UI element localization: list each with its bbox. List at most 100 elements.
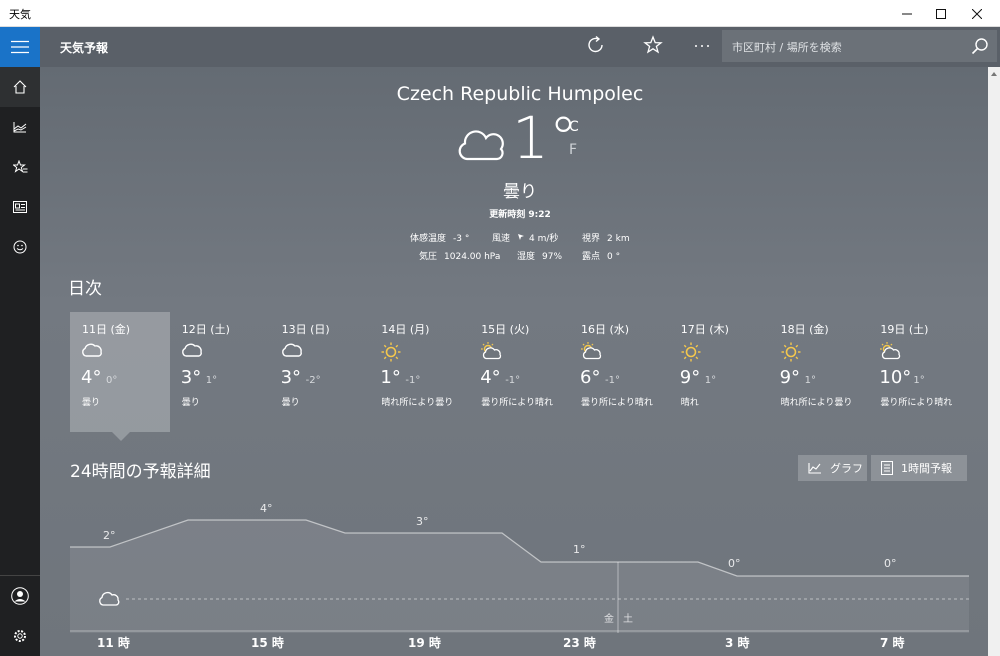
graph-view-button[interactable]: グラフ (798, 455, 867, 481)
app-header: 天気予報 市区町村 / 場所を検索 (40, 27, 1000, 67)
day-low-temp: -1° (505, 375, 521, 386)
detail-label: 視界 (582, 234, 601, 244)
more-icon (695, 45, 709, 47)
sun-icon (680, 342, 702, 366)
nav-favorites[interactable] (0, 147, 40, 187)
daily-forecast-day[interactable]: 15日 (火) 4° -1° 曇り所により晴れ (469, 312, 569, 432)
hamburger-menu-button[interactable] (0, 27, 40, 67)
day-low-temp: 1° (704, 375, 717, 386)
window-title: 天気 (9, 8, 31, 21)
day-high-temp: 3° (280, 367, 302, 388)
minimize-icon (902, 13, 912, 14)
detail-value: 4 m/秒 (529, 234, 559, 244)
time-label: 19 時 (408, 635, 441, 650)
day-low-temp: -1° (605, 375, 620, 386)
line-chart-icon (808, 463, 821, 474)
window-titlebar: 天気 (0, 0, 1000, 27)
maximize-icon (936, 8, 946, 19)
sidebar (0, 27, 40, 656)
hourly-view-button[interactable]: 1時間予報 (871, 455, 967, 481)
daily-forecast-day[interactable]: 17日 (木) 9° 1° 晴れ (669, 312, 769, 432)
star-list-icon (12, 160, 27, 173)
time-label: 23 時 (563, 635, 596, 650)
nav-feedback[interactable] (0, 227, 40, 267)
daily-forecast-day[interactable]: 18日 (金) 9° 1° 晴れ所により曇り (769, 312, 869, 432)
day-condition: 晴れ所により曇り (780, 398, 853, 408)
favorite-button[interactable] (643, 35, 663, 60)
nav-historical[interactable] (0, 107, 40, 147)
app-title: 天気予報 (60, 41, 109, 55)
more-button[interactable] (694, 35, 710, 60)
daily-section-title: 日次 (68, 279, 102, 299)
daily-forecast-day[interactable]: 12日 (土) 3° 1° 曇り (170, 312, 270, 432)
day-high-temp: 6° (580, 367, 601, 388)
detail-value: 0 ° (607, 252, 621, 262)
day-change-next: 土 (623, 612, 633, 625)
nav-forecast[interactable] (0, 67, 40, 107)
close-icon (972, 8, 982, 19)
day-date: 12日 (土) (181, 323, 230, 336)
nav-news[interactable] (0, 187, 40, 227)
temp-label: 1° (573, 543, 586, 556)
detail-value: 97% (542, 252, 563, 262)
temp-label: 0° (884, 557, 897, 570)
unit-fahrenheit-toggle[interactable]: F (569, 142, 577, 158)
day-date: 14日 (月) (381, 323, 430, 336)
detail-feels-like: 体感温度 -3 ° (410, 231, 469, 244)
day-change-prev: 金 (604, 612, 614, 625)
cloud-icon (81, 342, 103, 362)
news-icon (13, 201, 27, 213)
day-low-temp: -1° (405, 375, 421, 386)
hourly-view-label: 1時間予報 (901, 462, 952, 475)
current-temperature: 1° (512, 104, 578, 172)
day-condition: 晴れ所により曇り (381, 398, 454, 408)
day-high-temp: 9° (679, 367, 701, 388)
detail-label: 体感温度 (410, 234, 447, 244)
partly-cloudy-icon (879, 342, 901, 364)
day-high-temp: 4° (480, 367, 501, 388)
main-content: Czech Republic Humpolec 1° C F 曇り 更新時刻 9… (40, 67, 988, 656)
day-high-temp: 3° (180, 367, 202, 388)
daily-forecast-day[interactable]: 14日 (月) 1° -1° 晴れ所により曇り (369, 312, 469, 432)
day-low-temp: 1° (804, 375, 816, 386)
detail-value: 1024.00 hPa (444, 252, 501, 262)
day-date: 16日 (水) (581, 323, 630, 336)
current-condition: 曇り (503, 182, 537, 202)
daily-forecast-day[interactable]: 11日 (金) 4° 0° 曇り (70, 312, 170, 432)
updated-time: 更新時刻 9:22 (489, 210, 551, 220)
day-condition: 曇り所により晴れ (880, 398, 953, 408)
smiley-icon (13, 240, 27, 254)
day-high-temp: 9° (779, 367, 801, 388)
cloud-icon (281, 342, 303, 362)
daily-forecast-day[interactable]: 19日 (土) 10° 1° 曇り所により晴れ (868, 312, 968, 432)
unit-celsius-toggle[interactable]: C (569, 119, 579, 135)
detail-pressure: 気圧 1024.00 hPa (419, 249, 500, 262)
detail-label: 湿度 (517, 252, 536, 262)
cloud-icon (181, 342, 203, 362)
day-date: 18日 (金) (780, 323, 829, 336)
day-low-temp: 1° (913, 375, 925, 386)
search-box[interactable]: 市区町村 / 場所を検索 (722, 30, 997, 62)
scrollbar[interactable] (988, 67, 1000, 656)
wind-direction-icon (518, 234, 525, 240)
temp-label: 0° (728, 557, 741, 570)
detail-value: -3 ° (453, 234, 470, 244)
sun-icon (380, 342, 402, 366)
detail-humidity: 湿度 97% (517, 249, 562, 262)
day-low-temp: 1° (205, 375, 218, 386)
detail-visibility: 視界 2 km (582, 231, 630, 244)
refresh-button[interactable] (586, 35, 606, 60)
day-condition: 曇り所により晴れ (481, 398, 554, 408)
nav-account[interactable] (0, 576, 40, 616)
search-icon[interactable] (971, 37, 989, 59)
daily-forecast-day[interactable]: 16日 (水) 6° -1° 曇り所により晴れ (569, 312, 669, 432)
scroll-up-icon[interactable] (988, 69, 1000, 79)
close-button[interactable] (954, 0, 1000, 27)
daily-forecast-day[interactable]: 13日 (日) 3° -2° 曇り (270, 312, 370, 432)
day-high-temp: 4° (81, 367, 102, 388)
detail-label: 気圧 (419, 252, 438, 262)
gear-icon (14, 630, 26, 642)
search-input[interactable]: 市区町村 / 場所を検索 (732, 39, 842, 55)
detail-label: 露点 (582, 252, 601, 262)
nav-settings[interactable] (0, 616, 40, 656)
